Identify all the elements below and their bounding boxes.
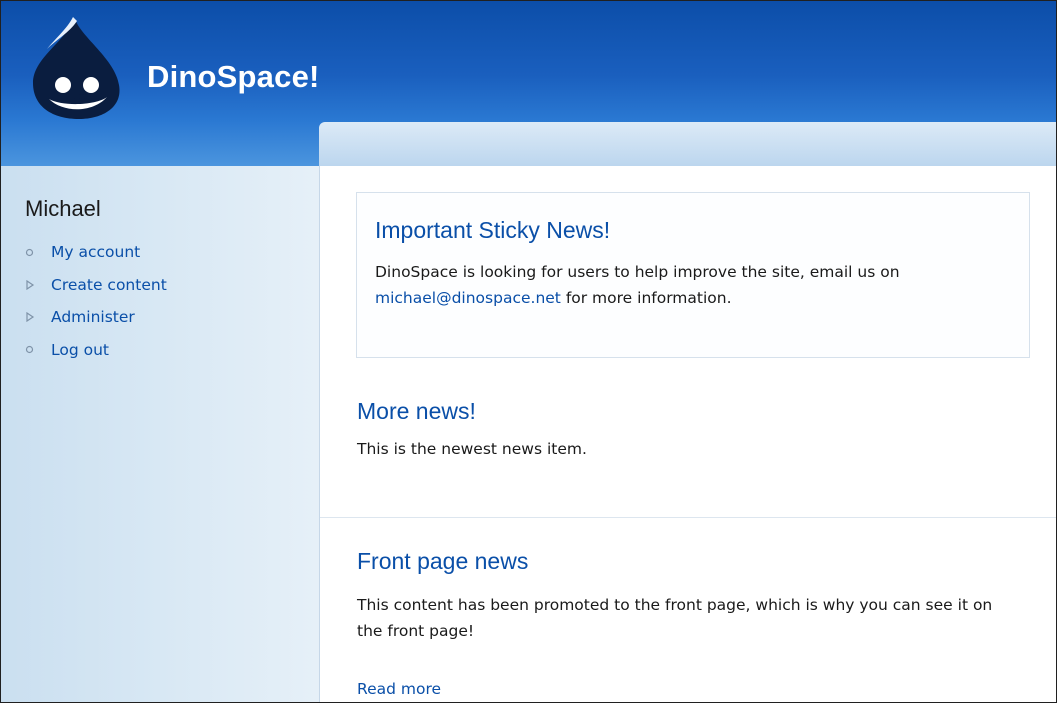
sticky-news-node: Important Sticky News! DinoSpace is look…: [356, 192, 1030, 358]
sidebar-link-create-content[interactable]: Create content: [51, 276, 167, 294]
sidebar-link-administer[interactable]: Administer: [51, 308, 135, 326]
circle-bullet-icon: [25, 248, 39, 257]
triangle-bullet-icon: [25, 279, 39, 290]
content-top-band: [319, 122, 1056, 166]
sidebar-user-menu: Michael My account Create content Admini…: [1, 166, 319, 702]
sidebar-item-create-content[interactable]: Create content: [25, 269, 167, 302]
more-news-body: This is the newest news item.: [357, 440, 587, 458]
sidebar-item-administer[interactable]: Administer: [25, 301, 167, 334]
read-more-link[interactable]: Read more: [357, 676, 441, 702]
site-name[interactable]: DinoSpace!: [147, 61, 320, 92]
sidebar-link-my-account[interactable]: My account: [51, 243, 140, 261]
drupal-drop-logo-icon[interactable]: [23, 15, 133, 121]
sticky-news-title[interactable]: Important Sticky News!: [375, 219, 610, 242]
sidebar-item-log-out[interactable]: Log out: [25, 334, 167, 367]
sticky-news-body: DinoSpace is looking for users to help i…: [375, 263, 900, 307]
page-frame: DinoSpace! Michael My account Create con…: [0, 0, 1057, 703]
front-page-news-body: This content has been promoted to the fr…: [357, 596, 993, 640]
sidebar-title: Michael: [25, 196, 101, 221]
sidebar-item-my-account[interactable]: My account: [25, 236, 167, 269]
email-link[interactable]: michael@dinospace.net: [375, 289, 561, 307]
circle-bullet-icon: [25, 345, 39, 354]
front-page-news-title[interactable]: Front page news: [357, 550, 528, 573]
more-news-title[interactable]: More news!: [357, 400, 476, 423]
user-menu: My account Create content Administer Log…: [25, 236, 167, 366]
main-content: Important Sticky News! DinoSpace is look…: [319, 166, 1056, 702]
node-divider: [320, 517, 1056, 518]
triangle-bullet-icon: [25, 312, 39, 323]
sidebar-link-log-out[interactable]: Log out: [51, 341, 109, 359]
